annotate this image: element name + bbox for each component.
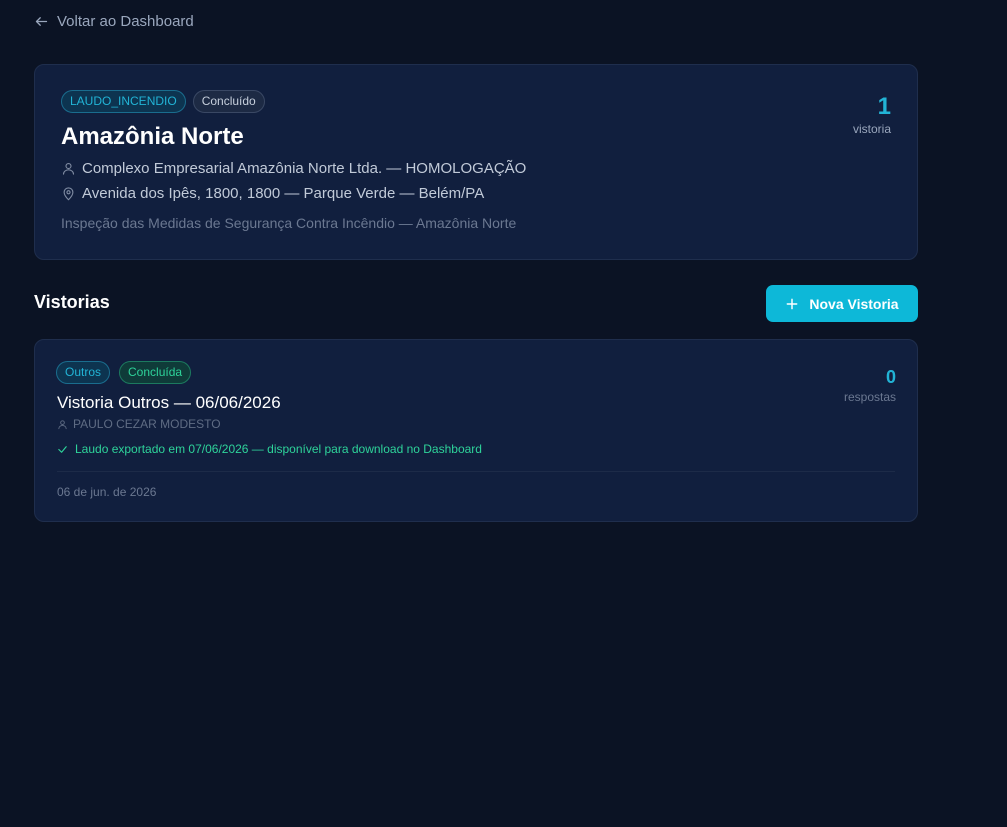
project-title: Amazônia Norte [61,123,244,150]
arrow-left-icon [35,17,48,26]
project-client: Complexo Empresarial Amazônia Norte Ltda… [82,160,527,177]
vistoria-count-label: vistoria [852,122,891,136]
vistoria-card[interactable]: Outros Concluída Vistoria Outros — 06/06… [34,339,918,522]
vistoria-inspector-row: PAULO CEZAR MODESTO [57,417,221,431]
vistoria-divider [57,471,895,472]
project-detail-page: Voltar ao Dashboard LAUDO_INCENDIO Concl… [0,0,1007,827]
vistoria-inspector: PAULO CEZAR MODESTO [73,417,221,431]
project-address-row: Avenida dos Ipês, 1800, 1800 — Parque Ve… [61,185,484,202]
project-description: Inspeção das Medidas de Segurança Contra… [61,215,517,231]
back-link-label: Voltar ao Dashboard [57,13,194,30]
responses-count-label: respostas [843,390,896,404]
vistoria-title: Vistoria Outros — 06/06/2026 [57,393,281,412]
vistoria-count: 1 vistoria [852,93,891,137]
vistoria-export-note: Laudo exportado em 07/06/2026 — disponív… [75,442,482,456]
project-type-badge: LAUDO_INCENDIO [61,90,186,113]
project-card: LAUDO_INCENDIO Concluído Amazônia Norte … [34,64,918,260]
vistoria-category-badge: Outros [56,361,111,384]
new-vistoria-label: Nova Vistoria [809,295,899,312]
vistoria-export-row: Laudo exportado em 07/06/2026 — disponív… [57,442,482,456]
project-status-badge: Concluído [192,90,265,113]
vistoria-status-badge: Concluída [119,361,192,384]
section-title: Vistorias [34,292,110,312]
map-pin-icon [63,187,74,201]
back-to-dashboard-link[interactable]: Voltar ao Dashboard [34,13,194,30]
user-icon [58,419,67,429]
vistoria-badges: Outros Concluída [56,361,192,384]
user-icon [62,162,75,175]
vistoria-date: 06 de jun. de 2026 [57,485,157,499]
plus-icon [786,298,798,309]
project-client-row: Complexo Empresarial Amazônia Norte Ltda… [61,160,526,177]
vistoria-count-number: 1 [877,93,891,120]
project-badges: LAUDO_INCENDIO Concluído [61,90,265,113]
project-address: Avenida dos Ipês, 1800, 1800 — Parque Ve… [82,185,485,202]
responses-count-number: 0 [885,367,896,387]
check-icon [58,445,67,453]
responses-count: 0 respostas [844,367,896,404]
new-vistoria-button[interactable]: Nova Vistoria [766,285,918,322]
